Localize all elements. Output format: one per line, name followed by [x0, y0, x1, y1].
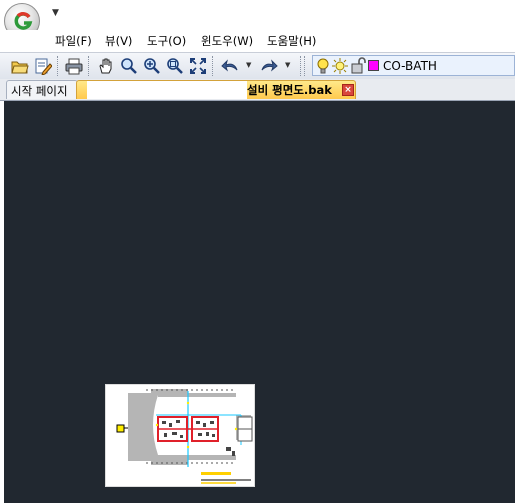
tab-start-page[interactable]: 시작 페이지 [6, 80, 78, 99]
toolbar-separator [212, 56, 215, 76]
tab-document[interactable]: 설비 평면도.bak × [76, 80, 356, 99]
lightbulb-icon[interactable] [317, 58, 329, 74]
layer-color-swatch [368, 60, 379, 71]
sun-icon[interactable] [332, 58, 348, 74]
undo-dropdown-icon[interactable]: ▼ [246, 61, 251, 69]
menu-help[interactable]: 도움말(H) [267, 33, 316, 49]
menu-view[interactable]: 뷰(V) [105, 33, 132, 49]
zoom-in-icon[interactable] [143, 57, 161, 75]
redo-dropdown-icon[interactable]: ▼ [285, 61, 290, 69]
drawing-canvas[interactable] [4, 101, 515, 503]
menu-window[interactable]: 윈도우(W) [201, 33, 253, 49]
g-logo-icon [14, 12, 33, 30]
menu-bar: 파일(F) 뷰(V) 도구(O) 윈도우(W) 도움말(H) [0, 30, 515, 50]
close-tab-icon[interactable]: × [342, 84, 354, 96]
zoom-extents-icon[interactable] [189, 57, 207, 75]
edit-icon[interactable] [34, 57, 52, 75]
tab-document-label: 설비 평면도.bak [247, 83, 332, 97]
redacted-region [87, 81, 247, 99]
menu-file[interactable]: 파일(F) [55, 33, 92, 49]
toolbar-separator [88, 56, 91, 76]
tab-start-page-label: 시작 페이지 [11, 84, 68, 98]
floor-plan-drawing [106, 389, 253, 486]
toolbar-separator [57, 56, 60, 76]
menu-tools[interactable]: 도구(O) [147, 33, 186, 49]
toolbar-grip [304, 56, 307, 76]
document-tab-bar: 시작 페이지 설비 평면도.bak × [0, 79, 515, 101]
zoom-window-icon[interactable] [166, 57, 184, 75]
toolbar: ▼ ▼ CO-BATH [0, 52, 515, 80]
print-icon[interactable] [65, 57, 83, 75]
redo-icon[interactable] [260, 57, 278, 75]
layer-name: CO-BATH [383, 59, 437, 73]
toolbar-separator [300, 56, 303, 76]
drawing-thumbnail[interactable] [105, 384, 255, 487]
zoom-icon[interactable] [120, 57, 138, 75]
lock-icon[interactable] [350, 57, 366, 74]
layer-selector[interactable]: CO-BATH [312, 55, 515, 76]
open-folder-icon[interactable] [11, 57, 29, 75]
pan-hand-icon[interactable] [97, 57, 115, 75]
title-bar: ▼ [0, 0, 515, 39]
quick-access-dropdown-icon[interactable]: ▼ [52, 8, 59, 18]
undo-icon[interactable] [221, 57, 239, 75]
